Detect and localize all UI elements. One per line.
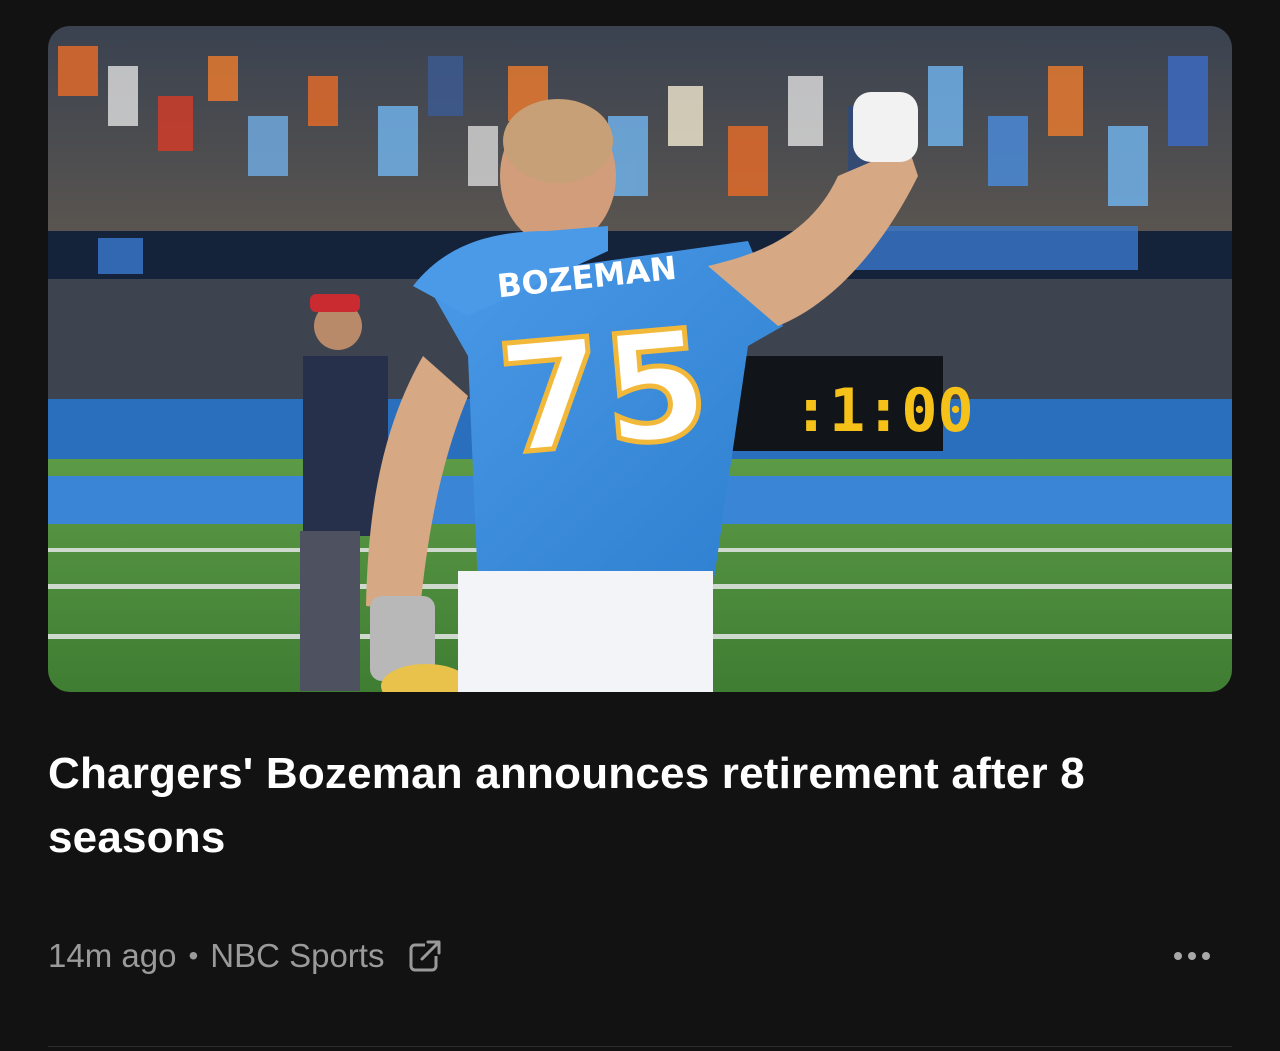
article-hero-image[interactable]: :1:00 BOZEMAN 75 — [48, 26, 1232, 692]
meta-separator: • — [188, 940, 199, 971]
card-divider — [48, 1046, 1232, 1047]
more-options-button[interactable] — [1168, 934, 1216, 978]
article-headline[interactable]: Chargers' Bozeman announces retirement a… — [48, 742, 1232, 870]
game-clock-text: :1:00 — [793, 376, 974, 446]
more-horizontal-icon — [1174, 952, 1182, 960]
news-card[interactable]: :1:00 BOZEMAN 75 Chargers' Bozeman annou… — [0, 0, 1280, 1051]
source-link[interactable]: NBC Sports — [210, 937, 384, 975]
time-ago: 14m ago — [48, 937, 177, 974]
hero-photo-illustration: :1:00 BOZEMAN 75 — [48, 26, 1232, 692]
jersey-number-text: 75 — [492, 297, 715, 489]
more-dot — [1202, 952, 1210, 960]
article-meta: 14m ago • NBC Sports — [48, 932, 442, 980]
more-dot — [1188, 952, 1196, 960]
external-link-icon[interactable] — [408, 939, 442, 973]
